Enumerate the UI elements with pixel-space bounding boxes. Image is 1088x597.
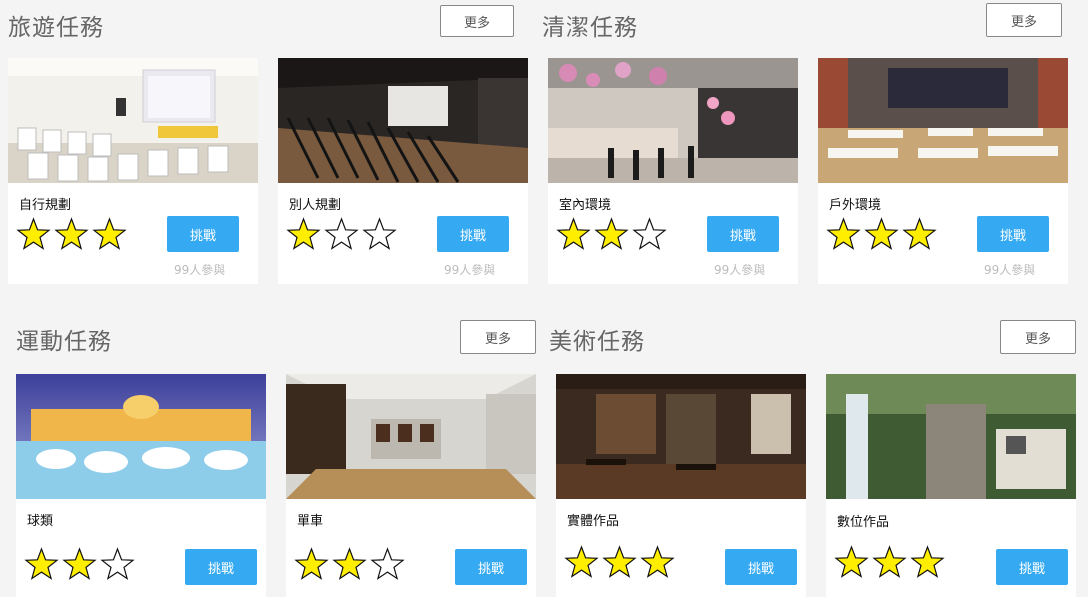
- star-filled-icon: [910, 545, 945, 580]
- card-title: 球類: [27, 514, 54, 529]
- task-card[interactable]: 單車 挑戰: [286, 374, 536, 597]
- card-photo: [16, 374, 266, 499]
- more-button-sports[interactable]: 更多: [460, 320, 536, 354]
- star-rating: [834, 545, 945, 580]
- challenge-button[interactable]: 挑戰: [996, 549, 1068, 585]
- task-card[interactable]: 數位作品 挑戰: [826, 374, 1076, 597]
- card-photo: [278, 58, 528, 183]
- more-button-travel[interactable]: 更多: [440, 5, 514, 37]
- participant-count: 99人參與: [174, 263, 226, 277]
- star-filled-icon: [54, 217, 89, 252]
- card-title: 室內環境: [559, 198, 612, 213]
- star-filled-icon: [332, 547, 367, 582]
- section-title-art: 美術任務: [549, 329, 645, 355]
- task-card[interactable]: 戶外環境 挑戰 99人參與: [818, 58, 1068, 284]
- more-button-art[interactable]: 更多: [1000, 320, 1076, 354]
- star-filled-icon: [834, 545, 869, 580]
- star-filled-icon: [62, 547, 97, 582]
- section-title-travel: 旅遊任務: [8, 15, 104, 41]
- star-empty-icon: [370, 547, 405, 582]
- more-button-cleaning[interactable]: 更多: [986, 3, 1062, 37]
- participant-count: 99人參與: [984, 263, 1036, 277]
- participant-count: 99人參與: [714, 263, 766, 277]
- star-filled-icon: [864, 217, 899, 252]
- star-filled-icon: [602, 545, 637, 580]
- challenge-button[interactable]: 挑戰: [167, 216, 239, 252]
- task-card[interactable]: 實體作品 挑戰: [556, 374, 806, 597]
- card-photo: [556, 374, 806, 499]
- star-rating: [826, 217, 937, 252]
- star-rating: [286, 217, 397, 252]
- star-filled-icon: [902, 217, 937, 252]
- star-filled-icon: [594, 217, 629, 252]
- card-photo: [8, 58, 258, 183]
- star-rating: [16, 217, 127, 252]
- card-photo: [818, 58, 1068, 183]
- card-title: 數位作品: [837, 515, 890, 530]
- card-title: 戶外環境: [829, 198, 882, 213]
- star-filled-icon: [872, 545, 907, 580]
- star-rating: [24, 547, 135, 582]
- card-title: 實體作品: [567, 514, 620, 529]
- task-card[interactable]: 自行規劃 挑戰 99人參與: [8, 58, 258, 284]
- star-filled-icon: [556, 217, 591, 252]
- card-title: 自行規劃: [19, 198, 72, 213]
- challenge-button[interactable]: 挑戰: [707, 216, 779, 252]
- star-rating: [294, 547, 405, 582]
- star-empty-icon: [324, 217, 359, 252]
- challenge-button[interactable]: 挑戰: [185, 549, 257, 585]
- card-title: 別人規劃: [289, 198, 342, 213]
- task-card[interactable]: 別人規劃 挑戰 99人參與: [278, 58, 528, 284]
- star-filled-icon: [564, 545, 599, 580]
- card-photo: [286, 374, 536, 499]
- task-card[interactable]: 室內環境 挑戰 99人參與: [548, 58, 798, 284]
- star-empty-icon: [362, 217, 397, 252]
- challenge-button[interactable]: 挑戰: [725, 549, 797, 585]
- star-empty-icon: [632, 217, 667, 252]
- star-filled-icon: [24, 547, 59, 582]
- star-filled-icon: [16, 217, 51, 252]
- card-photo: [548, 58, 798, 183]
- participant-count: 99人參與: [444, 263, 496, 277]
- section-title-sports: 運動任務: [16, 329, 112, 355]
- task-card[interactable]: 球類 挑戰: [16, 374, 266, 597]
- star-empty-icon: [100, 547, 135, 582]
- star-rating: [564, 545, 675, 580]
- star-rating: [556, 217, 667, 252]
- challenge-button[interactable]: 挑戰: [455, 549, 527, 585]
- card-photo: [826, 374, 1076, 499]
- star-filled-icon: [294, 547, 329, 582]
- section-title-cleaning: 清潔任務: [542, 15, 638, 41]
- star-filled-icon: [826, 217, 861, 252]
- challenge-button[interactable]: 挑戰: [437, 216, 509, 252]
- star-filled-icon: [286, 217, 321, 252]
- challenge-button[interactable]: 挑戰: [977, 216, 1049, 252]
- star-filled-icon: [640, 545, 675, 580]
- star-filled-icon: [92, 217, 127, 252]
- card-title: 單車: [297, 514, 324, 529]
